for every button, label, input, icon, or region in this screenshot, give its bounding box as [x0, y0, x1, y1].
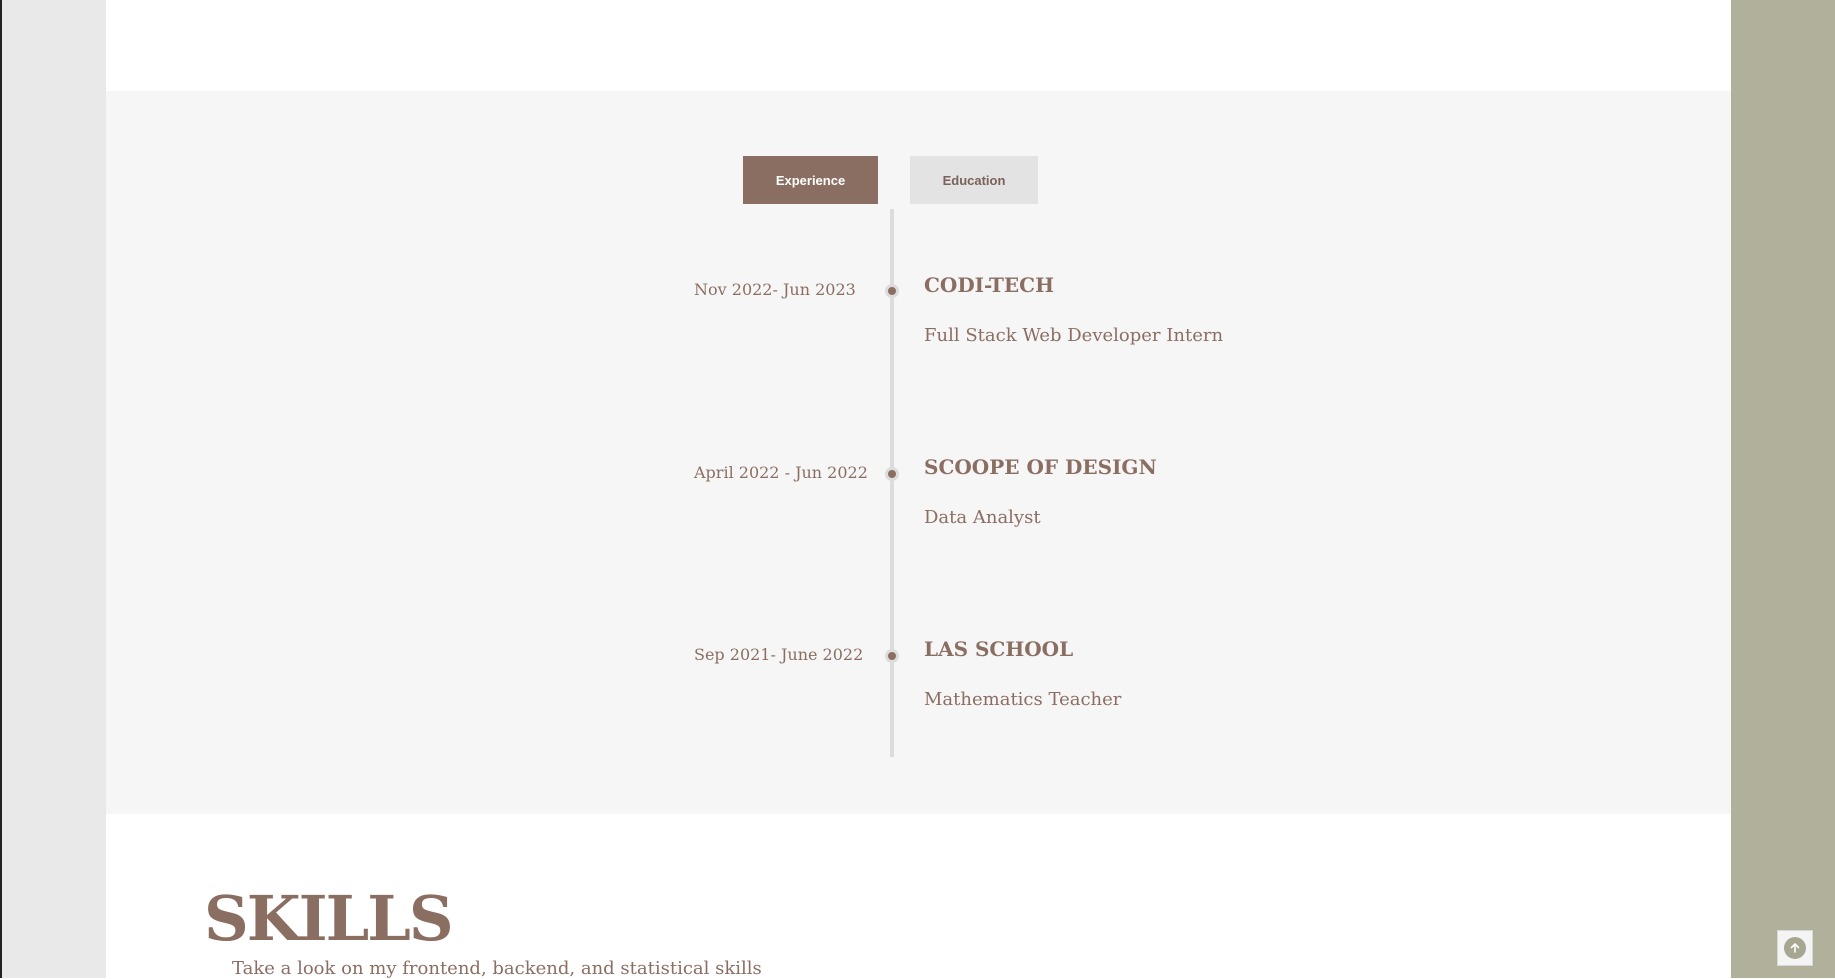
timeline-dot: [885, 649, 899, 663]
timeline-role: Data Analyst: [924, 507, 1041, 528]
right-side-panel: [1731, 0, 1835, 978]
experience-timeline-section: Experience Education Nov 2022- Jun 2023 …: [106, 91, 1731, 814]
timeline-dot: [885, 284, 899, 298]
timeline-role: Mathematics Teacher: [924, 689, 1122, 710]
timeline-company: SCOOPE OF DESIGN: [924, 455, 1157, 479]
main-content: Experience Education Nov 2022- Jun 2023 …: [106, 0, 1731, 979]
timeline-company: LAS SCHOOL: [924, 637, 1074, 661]
left-page-margin: [0, 0, 106, 978]
arrow-up-circle-icon: [1784, 937, 1806, 959]
timeline-company: CODI-TECH: [924, 273, 1054, 297]
timeline-role: Full Stack Web Developer Intern: [924, 325, 1224, 346]
skills-heading: SKILLS: [204, 882, 454, 955]
skills-subtitle: Take a look on my frontend, backend, and…: [232, 958, 762, 979]
tab-experience[interactable]: Experience: [743, 156, 878, 204]
scroll-to-top-button[interactable]: [1777, 930, 1813, 966]
timeline-date: April 2022 - Jun 2022: [694, 463, 868, 482]
timeline-date: Nov 2022- Jun 2023: [694, 280, 856, 299]
timeline-date: Sep 2021- June 2022: [694, 645, 864, 664]
timeline-dot: [885, 467, 899, 481]
tab-education[interactable]: Education: [910, 156, 1038, 204]
